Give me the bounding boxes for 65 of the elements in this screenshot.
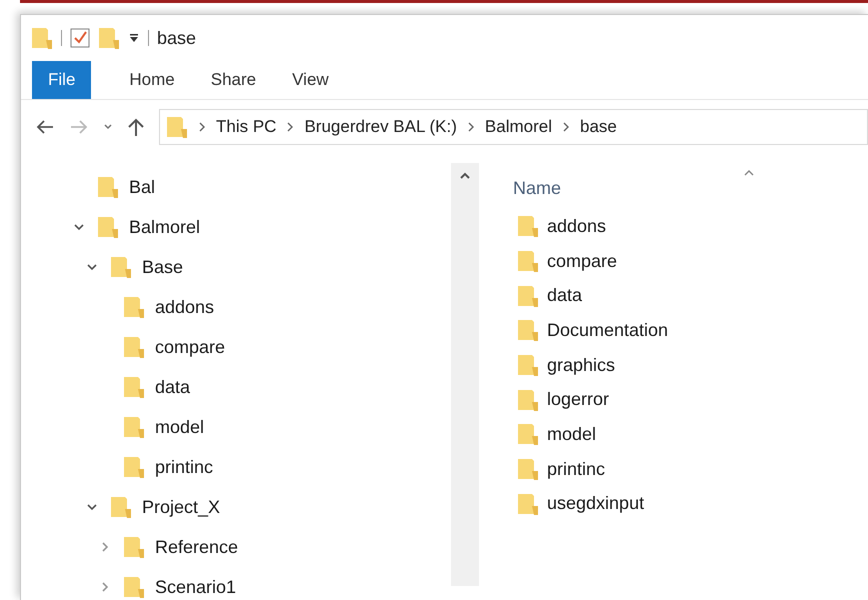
scroll-up-icon[interactable]	[459, 171, 471, 181]
chevron-right-icon	[562, 122, 570, 132]
chevron-right-icon	[466, 122, 475, 132]
breadcrumb-item[interactable]: base	[580, 114, 617, 140]
up-arrow-icon[interactable]	[127, 116, 145, 136]
tree-item[interactable]: model	[155, 414, 204, 440]
file-item[interactable]: compare	[547, 248, 618, 275]
folder-icon	[517, 249, 539, 274]
dropdown-arrow-icon[interactable]	[128, 32, 140, 44]
folder-icon	[123, 535, 145, 559]
chevron-down-icon[interactable]	[103, 122, 113, 132]
tree-item[interactable]: Reference	[155, 534, 238, 560]
column-header[interactable]: Name	[513, 175, 562, 202]
folder-icon	[123, 415, 145, 439]
tree-item[interactable]: Base	[142, 254, 184, 280]
file-item[interactable]: logerror	[547, 386, 610, 414]
file-item[interactable]: graphics	[547, 352, 616, 379]
tree-item[interactable]: Bal	[129, 174, 156, 200]
file-item[interactable]: model	[547, 420, 596, 448]
folder-icon	[123, 455, 145, 479]
tree-item[interactable]: Scenario1	[155, 574, 236, 600]
folder-icon	[123, 295, 145, 319]
chevron-right-icon	[286, 122, 294, 132]
folder-icon	[517, 318, 539, 342]
folder-icon	[517, 284, 539, 308]
back-arrow-icon[interactable]	[35, 118, 55, 134]
chevron-right-icon	[198, 122, 206, 132]
tree-item[interactable]: printinc	[155, 454, 214, 480]
tree-item[interactable]: addons	[155, 294, 214, 320]
folder-icon	[517, 457, 539, 482]
folder-icon	[97, 175, 119, 199]
folder-icon	[517, 422, 539, 446]
breadcrumb-item[interactable]: Brugerdrev BAL (K:)	[304, 114, 457, 140]
folder-icon	[517, 214, 539, 238]
folder-icon	[166, 114, 188, 138]
ribbon-tab[interactable]: Home	[111, 61, 193, 99]
window-title: base	[157, 26, 196, 50]
folder-icon	[31, 26, 53, 50]
breadcrumb-item[interactable]: This PC	[216, 114, 276, 140]
folder-icon	[97, 215, 119, 239]
ribbon-tab[interactable]: File	[32, 61, 92, 99]
file-item[interactable]: data	[547, 282, 582, 310]
folder-icon	[123, 335, 145, 359]
file-item[interactable]: usegdxinput	[547, 490, 644, 518]
tree-item[interactable]: Balmorel	[129, 214, 200, 240]
breadcrumb-item[interactable]: Balmorel	[484, 114, 552, 140]
folder-icon	[110, 495, 132, 519]
file-item[interactable]: addons	[547, 212, 606, 240]
folder-icon	[110, 255, 132, 279]
tree-item[interactable]: Project_X	[142, 494, 220, 520]
folder-icon	[517, 492, 539, 516]
file-item[interactable]: printinc	[547, 456, 606, 483]
folder-icon	[123, 575, 145, 599]
ribbon-tab[interactable]: Share	[192, 61, 274, 99]
tree-item[interactable]: compare	[155, 334, 226, 360]
tree-item[interactable]: data	[155, 374, 190, 400]
ribbon-tab[interactable]: View	[274, 61, 347, 99]
folder-icon	[517, 388, 539, 412]
scrollbar[interactable]	[451, 163, 479, 586]
folder-icon	[98, 26, 120, 50]
address-bar[interactable]: This PC Brugerdrev BAL (K:) Balmorel base	[159, 108, 868, 144]
folder-icon	[123, 375, 145, 399]
folder-icon	[517, 353, 539, 378]
checkbox-icon[interactable]	[70, 28, 90, 48]
file-item[interactable]: Documentation	[547, 316, 668, 344]
